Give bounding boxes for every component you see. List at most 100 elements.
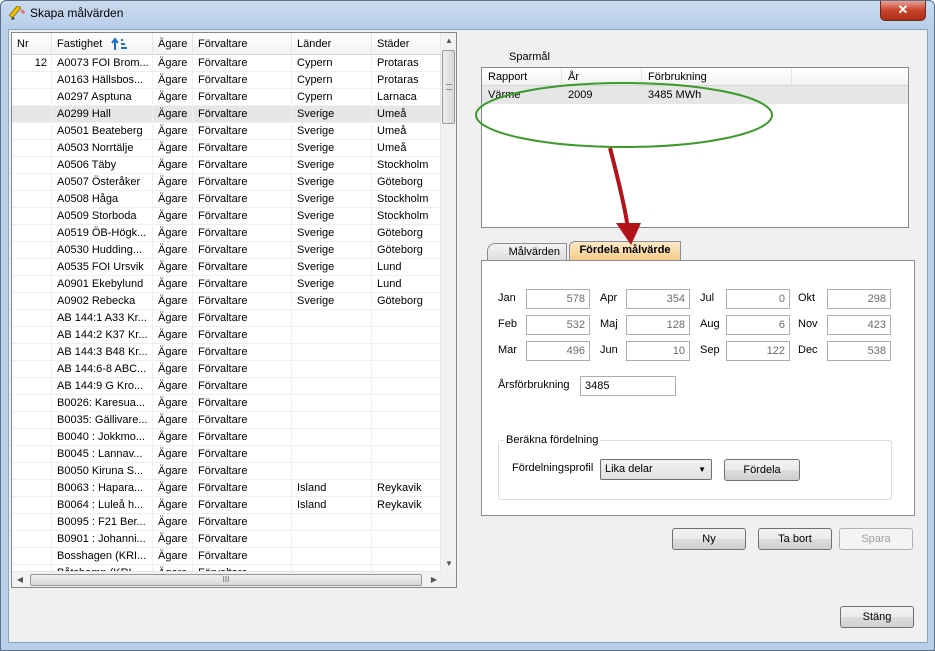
table-row[interactable]: B0026: Karesua... Ägare Förvaltare bbox=[12, 395, 442, 412]
column-header-forbrukning[interactable]: Förbrukning bbox=[642, 68, 792, 85]
tab-fordela-malvarde[interactable]: Fördela målvärde bbox=[569, 241, 681, 262]
cell-agare: Ägare bbox=[153, 446, 193, 463]
cell-stader bbox=[372, 531, 442, 548]
cell-forvaltare: Förvaltare bbox=[193, 293, 292, 310]
month-label-feb: Feb bbox=[498, 318, 517, 330]
month-label-maj: Maj bbox=[600, 318, 618, 330]
cell-lander: Sverige bbox=[292, 174, 372, 191]
ny-button[interactable]: Ny bbox=[672, 528, 746, 550]
month-input-jan[interactable]: 578 bbox=[526, 289, 590, 309]
cell-agare: Ägare bbox=[153, 174, 193, 191]
close-button[interactable]: ✕ bbox=[880, 1, 926, 21]
month-input-sep[interactable]: 122 bbox=[726, 341, 790, 361]
cell-lander bbox=[292, 446, 372, 463]
table-row[interactable]: 12 A0073 FOI Brom... Ägare Förvaltare Cypern… bbox=[12, 55, 442, 72]
table-row[interactable]: B0095 : F21 Ber... Ägare Förvaltare bbox=[12, 514, 442, 531]
cell-agare: Ägare bbox=[153, 72, 193, 89]
cell-fastighet: AB 144:6-8 ABC... bbox=[52, 361, 153, 378]
cell-fastighet: A0299 Hall bbox=[52, 106, 153, 123]
table-row[interactable]: A0535 FOI Ursvik Ägare Förvaltare Sverige Lu… bbox=[12, 259, 442, 276]
table-row[interactable]: A0508 Håga Ägare Förvaltare Sverige Stockhol… bbox=[12, 191, 442, 208]
cell-stader: Göteborg bbox=[372, 293, 442, 310]
column-header-lander[interactable]: Länder bbox=[292, 33, 372, 55]
table-row[interactable]: B0040 : Jokkmo... Ägare Förvaltare bbox=[12, 429, 442, 446]
table-row[interactable]: AB 144:6-8 ABC... Ägare Förvaltare bbox=[12, 361, 442, 378]
sparmal-row[interactable]: Värme 2009 3485 MWh bbox=[482, 86, 908, 104]
table-row[interactable]: A0901 Ekebylund Ägare Förvaltare Sverige Lun… bbox=[12, 276, 442, 293]
table-row[interactable]: AB 144:9 G Kro... Ägare Förvaltare bbox=[12, 378, 442, 395]
cell-agare: Ägare bbox=[153, 480, 193, 497]
stang-button[interactable]: Stäng bbox=[840, 606, 914, 628]
table-row[interactable]: A0297 Asptuna Ägare Förvaltare Cypern Larnac… bbox=[12, 89, 442, 106]
month-input-dec[interactable]: 538 bbox=[827, 341, 891, 361]
horizontal-scroll-thumb[interactable]: III bbox=[30, 574, 422, 586]
table-row[interactable]: A0509 Storboda Ägare Förvaltare Sverige Stoc… bbox=[12, 208, 442, 225]
column-header-rapport[interactable]: Rapport bbox=[482, 68, 562, 85]
scroll-down-arrow-icon[interactable]: ▼ bbox=[441, 556, 456, 572]
window-title: Skapa målvärden bbox=[30, 6, 124, 20]
month-input-nov[interactable]: 423 bbox=[827, 315, 891, 335]
horizontal-scrollbar[interactable]: ◀ III ▶ bbox=[12, 571, 442, 587]
arsforbrukning-input[interactable]: 3485 bbox=[580, 376, 676, 396]
cell-lander bbox=[292, 361, 372, 378]
berakna-group-title: Beräkna fördelning bbox=[504, 434, 601, 446]
cell-forvaltare: Förvaltare bbox=[193, 480, 292, 497]
cell-forvaltare: Förvaltare bbox=[193, 55, 292, 72]
scroll-left-arrow-icon[interactable]: ◀ bbox=[12, 572, 28, 587]
cell-stader: Lund bbox=[372, 259, 442, 276]
fordela-button[interactable]: Fördela bbox=[724, 459, 800, 481]
month-input-apr[interactable]: 354 bbox=[626, 289, 690, 309]
table-row[interactable]: A0163 Hällsbos... Ägare Förvaltare Cypern Pr… bbox=[12, 72, 442, 89]
table-row[interactable]: A0902 Rebecka Ägare Förvaltare Sverige Göteb… bbox=[12, 293, 442, 310]
vertical-scrollbar[interactable]: ▲ ▼ bbox=[440, 33, 456, 572]
cell-stader bbox=[372, 463, 442, 480]
cell-agare: Ägare bbox=[153, 378, 193, 395]
fordelningsprofil-select[interactable]: Lika delar ▼ bbox=[600, 459, 712, 480]
table-row[interactable]: A0507 Österåker Ägare Förvaltare Sverige Göt… bbox=[12, 174, 442, 191]
table-row[interactable]: A0530 Hudding... Ägare Förvaltare Sverige Gö… bbox=[12, 242, 442, 259]
column-header-stader[interactable]: Städer bbox=[372, 33, 442, 55]
month-input-feb[interactable]: 532 bbox=[526, 315, 590, 335]
dropdown-arrow-icon: ▼ bbox=[698, 465, 706, 474]
cell-fastighet: A0501 Beateberg bbox=[52, 123, 153, 140]
table-row[interactable]: B0901 : Johanni... Ägare Förvaltare bbox=[12, 531, 442, 548]
month-input-jun[interactable]: 10 bbox=[626, 341, 690, 361]
column-header-ar[interactable]: År bbox=[562, 68, 642, 85]
table-row[interactable]: A0503 Norrtälje Ägare Förvaltare Sverige Ume… bbox=[12, 140, 442, 157]
column-header-forvaltare[interactable]: Förvaltare bbox=[193, 33, 292, 55]
month-input-okt[interactable]: 298 bbox=[827, 289, 891, 309]
table-row[interactable]: A0506 Täby Ägare Förvaltare Sverige Stockhol… bbox=[12, 157, 442, 174]
column-header-fastighet[interactable]: Fastighet bbox=[52, 33, 153, 55]
table-row[interactable]: A0299 Hall Ägare Förvaltare Sverige Umeå bbox=[12, 106, 442, 123]
table-row[interactable]: B0064 : Luleå h... Ägare Förvaltare Island R… bbox=[12, 497, 442, 514]
vertical-scroll-thumb[interactable] bbox=[442, 50, 455, 124]
table-row[interactable]: A0519 ÖB-Högk... Ägare Förvaltare Sverige Gö… bbox=[12, 225, 442, 242]
spara-button[interactable]: Spara bbox=[839, 528, 913, 550]
sparmal-list[interactable]: Rapport År Förbrukning Värme 2009 3485 M… bbox=[481, 67, 909, 228]
table-row[interactable]: Bosshagen (KRI... Ägare Förvaltare bbox=[12, 548, 442, 565]
cell-lander bbox=[292, 429, 372, 446]
month-input-maj[interactable]: 128 bbox=[626, 315, 690, 335]
table-row[interactable]: A0501 Beateberg Ägare Förvaltare Sverige Ume… bbox=[12, 123, 442, 140]
scroll-up-arrow-icon[interactable]: ▲ bbox=[441, 33, 456, 49]
cell-forvaltare: Förvaltare bbox=[193, 225, 292, 242]
table-row[interactable]: AB 144:2 K37 Kr... Ägare Förvaltare bbox=[12, 327, 442, 344]
month-input-jul[interactable]: 0 bbox=[726, 289, 790, 309]
cell-nr bbox=[12, 463, 52, 480]
table-row[interactable]: B0045 : Lannav... Ägare Förvaltare bbox=[12, 446, 442, 463]
cell-fastighet: B0901 : Johanni... bbox=[52, 531, 153, 548]
property-list[interactable]: Nr Fastighet Ägare Förvaltare Länder Stä… bbox=[11, 32, 457, 588]
ta-bort-button[interactable]: Ta bort bbox=[758, 528, 832, 550]
tab-malvarden[interactable]: Målvärden bbox=[487, 243, 567, 261]
month-input-aug[interactable]: 6 bbox=[726, 315, 790, 335]
cell-stader bbox=[372, 310, 442, 327]
table-row[interactable]: B0035: Gällivare... Ägare Förvaltare bbox=[12, 412, 442, 429]
table-row[interactable]: AB 144:1 A33 Kr... Ägare Förvaltare bbox=[12, 310, 442, 327]
month-input-mar[interactable]: 496 bbox=[526, 341, 590, 361]
column-header-nr[interactable]: Nr bbox=[12, 33, 52, 55]
table-row[interactable]: B0050 Kiruna S... Ägare Förvaltare bbox=[12, 463, 442, 480]
table-row[interactable]: AB 144:3 B48 Kr... Ägare Förvaltare bbox=[12, 344, 442, 361]
column-header-agare[interactable]: Ägare bbox=[153, 33, 193, 55]
cell-stader: Protaras bbox=[372, 72, 442, 89]
table-row[interactable]: B0063 : Hapara... Ägare Förvaltare Island Re… bbox=[12, 480, 442, 497]
